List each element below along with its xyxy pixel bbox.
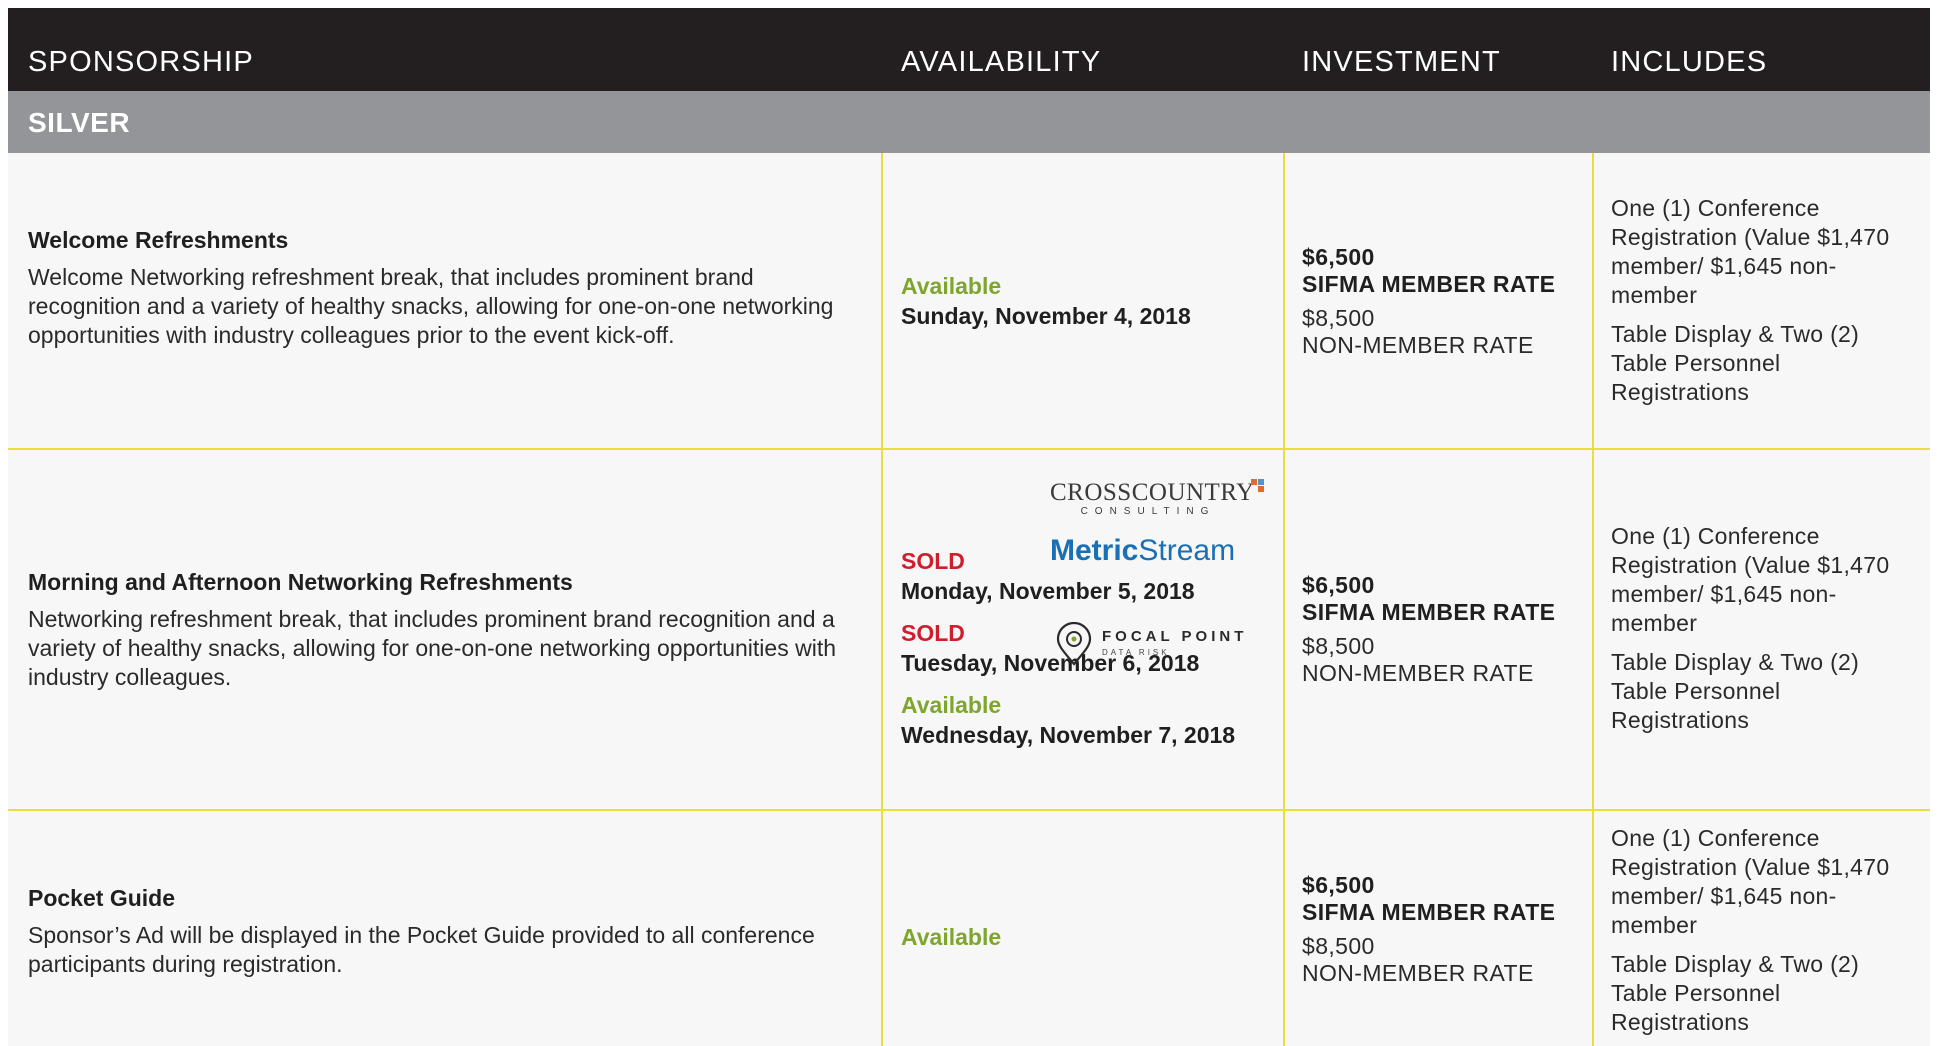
include-item: One (1) Conference Registration (Value $… xyxy=(1611,195,1890,308)
table-row-2-investment: $6,500 SIFMA MEMBER RATE $8,500 NON-MEMB… xyxy=(1302,572,1587,687)
member-rate-label: SIFMA MEMBER RATE xyxy=(1302,899,1556,925)
table-row-1-sponsorship: Welcome Refreshments Welcome Networking … xyxy=(28,226,868,350)
nonmember-rate-label: NON-MEMBER RATE xyxy=(1302,960,1534,986)
nonmember-rate-label: NON-MEMBER RATE xyxy=(1302,332,1534,358)
member-rate-label: SIFMA MEMBER RATE xyxy=(1302,271,1556,297)
crosscountry-logo: CROSSCOUNTRY CONSULTING xyxy=(1050,479,1272,526)
nonmember-rate-label: NON-MEMBER RATE xyxy=(1302,660,1534,686)
table-row-2-includes: One (1) Conference Registration (Value $… xyxy=(1611,522,1911,735)
availability-date: Monday, November 5, 2018 xyxy=(901,578,1195,604)
include-item: Table Display & Two (2) Table Personnel … xyxy=(1611,951,1860,1035)
sponsorship-table: SPONSORSHIP AVAILABILITY INVESTMENT INCL… xyxy=(8,8,1930,1046)
tier-bar: SILVER xyxy=(8,91,1930,153)
status-available: Available xyxy=(901,924,1002,950)
nonmember-price: $8,500 xyxy=(1302,933,1375,959)
crosscountry-logo-text: CROSSCOUNTRY xyxy=(1050,479,1255,506)
table-row-3-includes: One (1) Conference Registration (Value $… xyxy=(1611,824,1911,1037)
include-item: Table Display & Two (2) Table Personnel … xyxy=(1611,649,1860,733)
table-header: SPONSORSHIP AVAILABILITY INVESTMENT INCL… xyxy=(8,8,1930,91)
row-description: Networking refreshment break, that inclu… xyxy=(28,606,836,690)
member-price: $6,500 xyxy=(1302,872,1375,898)
focalpoint-logo-subtext: DATA RISK xyxy=(1102,648,1170,657)
availability-date: Sunday, November 4, 2018 xyxy=(901,303,1191,329)
row-divider xyxy=(8,448,1930,450)
header-sponsorship: SPONSORSHIP xyxy=(28,46,254,78)
row-title: Morning and Afternoon Networking Refresh… xyxy=(28,569,573,595)
focalpoint-pin-icon xyxy=(1056,622,1092,666)
table-row-3-sponsorship: Pocket Guide Sponsor’s Ad will be displa… xyxy=(28,884,868,979)
metricstream-logo-regular: Stream xyxy=(1138,534,1236,567)
table-row-1-investment: $6,500 SIFMA MEMBER RATE $8,500 NON-MEMB… xyxy=(1302,244,1587,359)
crosscountry-mark-icon xyxy=(1251,479,1264,492)
member-rate-label: SIFMA MEMBER RATE xyxy=(1302,599,1556,625)
include-item: One (1) Conference Registration (Value $… xyxy=(1611,825,1890,938)
grid-divider xyxy=(1283,153,1285,1046)
include-item: One (1) Conference Registration (Value $… xyxy=(1611,523,1890,636)
status-available: Available xyxy=(901,692,1002,718)
table-row-1-availability: Available Sunday, November 4, 2018 xyxy=(901,271,1271,331)
include-item: Table Display & Two (2) Table Personnel … xyxy=(1611,321,1860,405)
focalpoint-logo-text: FOCAL POINT xyxy=(1102,628,1248,645)
member-price: $6,500 xyxy=(1302,572,1375,598)
row-description: Welcome Networking refreshment break, th… xyxy=(28,264,834,348)
tier-label: SILVER xyxy=(28,107,131,138)
member-price: $6,500 xyxy=(1302,244,1375,270)
availability-date: Wednesday, November 7, 2018 xyxy=(901,722,1236,748)
grid-divider xyxy=(1592,153,1594,1046)
crosscountry-logo-subtext: CONSULTING xyxy=(1080,506,1216,517)
table-row-3-investment: $6,500 SIFMA MEMBER RATE $8,500 NON-MEMB… xyxy=(1302,872,1587,987)
metricstream-logo: MetricStream xyxy=(1050,534,1280,568)
row-description: Sponsor’s Ad will be displayed in the Po… xyxy=(28,922,815,977)
table-row-1-includes: One (1) Conference Registration (Value $… xyxy=(1611,194,1911,407)
nonmember-price: $8,500 xyxy=(1302,305,1375,331)
header-includes: INCLUDES xyxy=(1611,46,1768,78)
focalpoint-logo: FOCAL POINT DATA RISK xyxy=(1050,620,1250,666)
grid-divider xyxy=(881,153,883,1046)
metricstream-logo-bold: Metric xyxy=(1050,534,1139,567)
row-title: Pocket Guide xyxy=(28,885,175,911)
row-divider xyxy=(8,809,1930,811)
nonmember-price: $8,500 xyxy=(1302,633,1375,659)
table-row-2-sponsorship: Morning and Afternoon Networking Refresh… xyxy=(28,568,868,692)
status-available: Available xyxy=(901,273,1002,299)
table-row-3-availability: Available xyxy=(901,922,1271,952)
row-title: Welcome Refreshments xyxy=(28,227,289,253)
header-investment: INVESTMENT xyxy=(1302,46,1501,78)
header-availability: AVAILABILITY xyxy=(901,46,1102,78)
